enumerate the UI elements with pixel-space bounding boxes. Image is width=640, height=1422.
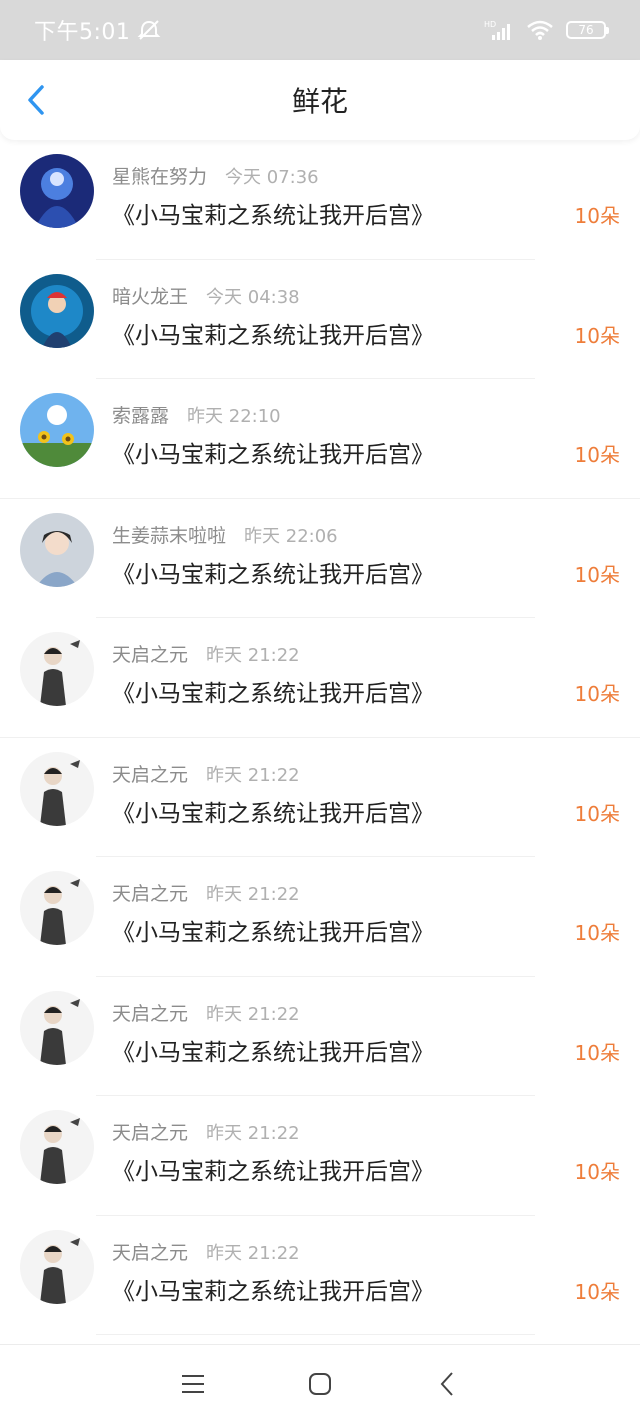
timestamp: 昨天 21:22 [206, 1123, 300, 1144]
list-item[interactable]: 星熊在努力 今天 07:36 《小马宝莉之系统让我开后宫》 10朵 [0, 140, 640, 260]
flower-count: 10朵 [574, 562, 620, 587]
book-title: 《小马宝莉之系统让我开后宫》 [112, 681, 434, 707]
timestamp: 昨天 21:22 [206, 645, 300, 666]
user-name: 天启之元 [112, 644, 189, 666]
book-title: 《小马宝莉之系统让我开后宫》 [112, 561, 434, 588]
timestamp: 今天 07:36 [225, 167, 319, 188]
list-item[interactable]: 天启之元 昨天 21:22 《小马宝莉之系统让我开后宫》 10朵 [0, 738, 640, 857]
book-title: 《小马宝莉之系统让我开后宫》 [112, 1278, 434, 1305]
avatar [20, 632, 94, 706]
home-square-icon [308, 1372, 331, 1395]
flower-count: 10朵 [574, 323, 620, 348]
user-name: 天启之元 [112, 883, 189, 905]
timestamp: 昨天 21:22 [206, 764, 300, 786]
user-name: 索露露 [112, 405, 170, 427]
flower-count: 10朵 [574, 921, 620, 945]
status-time: 下午5:01 [34, 20, 131, 45]
list-item[interactable]: 天启之元 昨天 21:22 《小马宝莉之系统让我开后宫》 10朵 [0, 857, 640, 977]
alarm-off-icon [136, 18, 162, 42]
menu-icon [182, 1374, 205, 1393]
book-title: 《小马宝莉之系统让我开后宫》 [112, 1159, 434, 1185]
battery-level: 76 [578, 23, 594, 37]
flower-list: 星熊在努力 今天 07:36 《小马宝莉之系统让我开后宫》 10朵 暗火龙王 今… [0, 140, 640, 1335]
menu-button[interactable] [173, 1364, 213, 1404]
book-title: 《小马宝莉之系统让我开后宫》 [112, 800, 434, 827]
system-back-button[interactable] [427, 1364, 467, 1404]
user-name: 生姜蒜末啦啦 [112, 524, 227, 547]
timestamp: 昨天 21:22 [206, 884, 300, 905]
book-title: 《小马宝莉之系统让我开后宫》 [112, 920, 434, 946]
wifi-icon [526, 19, 554, 41]
list-item[interactable]: 索露露 昨天 22:10 《小马宝莉之系统让我开后宫》 10朵 [0, 379, 640, 499]
user-name: 星熊在努力 [112, 166, 208, 188]
user-name: 天启之元 [112, 1241, 189, 1264]
battery-icon: 76 [566, 21, 609, 39]
flower-count: 10朵 [574, 204, 620, 228]
list-item[interactable]: 天启之元 昨天 21:22 《小马宝莉之系统让我开后宫》 10朵 [0, 618, 640, 738]
avatar [20, 990, 94, 1065]
book-title: 《小马宝莉之系统让我开后宫》 [112, 1039, 434, 1066]
flower-count: 10朵 [574, 1279, 620, 1304]
timestamp: 昨天 22:06 [244, 525, 338, 547]
page-title: 鲜花 [291, 85, 348, 118]
avatar [20, 393, 94, 467]
flower-count: 10朵 [574, 1160, 620, 1184]
svg-text:HD: HD [484, 20, 496, 29]
avatar [20, 1229, 94, 1304]
flower-count: 10朵 [574, 443, 620, 467]
timestamp: 今天 04:38 [206, 286, 300, 308]
avatar [20, 751, 94, 826]
book-title: 《小马宝莉之系统让我开后宫》 [112, 322, 434, 349]
user-name: 天启之元 [112, 1002, 189, 1025]
header: 鲜花 [0, 60, 640, 140]
flower-count: 10朵 [574, 801, 620, 826]
avatar [20, 273, 94, 348]
list-item[interactable]: 生姜蒜末啦啦 昨天 22:06 《小马宝莉之系统让我开后宫》 10朵 [0, 499, 640, 618]
home-button[interactable] [300, 1364, 340, 1404]
avatar [20, 1110, 94, 1184]
user-name: 天启之元 [112, 1122, 189, 1144]
back-triangle-icon [440, 1371, 453, 1396]
chevron-left-icon [28, 85, 44, 115]
book-title: 《小马宝莉之系统让我开后宫》 [112, 203, 434, 229]
avatar [20, 871, 94, 945]
signal-icon: HD [484, 19, 514, 41]
list-item[interactable]: 天启之元 昨天 21:22 《小马宝莉之系统让我开后宫》 10朵 [0, 977, 640, 1096]
back-button[interactable] [18, 82, 54, 118]
book-title: 《小马宝莉之系统让我开后宫》 [112, 442, 434, 468]
avatar [20, 154, 94, 228]
flower-count: 10朵 [574, 1040, 620, 1065]
timestamp: 昨天 21:22 [206, 1003, 300, 1025]
system-nav-bar [0, 1344, 640, 1422]
divider [96, 1334, 535, 1335]
list-item[interactable]: 天启之元 昨天 21:22 《小马宝莉之系统让我开后宫》 10朵 [0, 1216, 640, 1335]
avatar [20, 512, 94, 587]
flower-count: 10朵 [574, 682, 620, 706]
user-name: 暗火龙王 [112, 285, 189, 308]
list-item[interactable]: 天启之元 昨天 21:22 《小马宝莉之系统让我开后宫》 10朵 [0, 1096, 640, 1216]
status-bar: 下午5:01 HD 76 [0, 0, 640, 60]
list-item[interactable]: 暗火龙王 今天 04:38 《小马宝莉之系统让我开后宫》 10朵 [0, 260, 640, 379]
user-name: 天启之元 [112, 763, 189, 786]
timestamp: 昨天 21:22 [206, 1242, 300, 1264]
timestamp: 昨天 22:10 [187, 406, 281, 427]
